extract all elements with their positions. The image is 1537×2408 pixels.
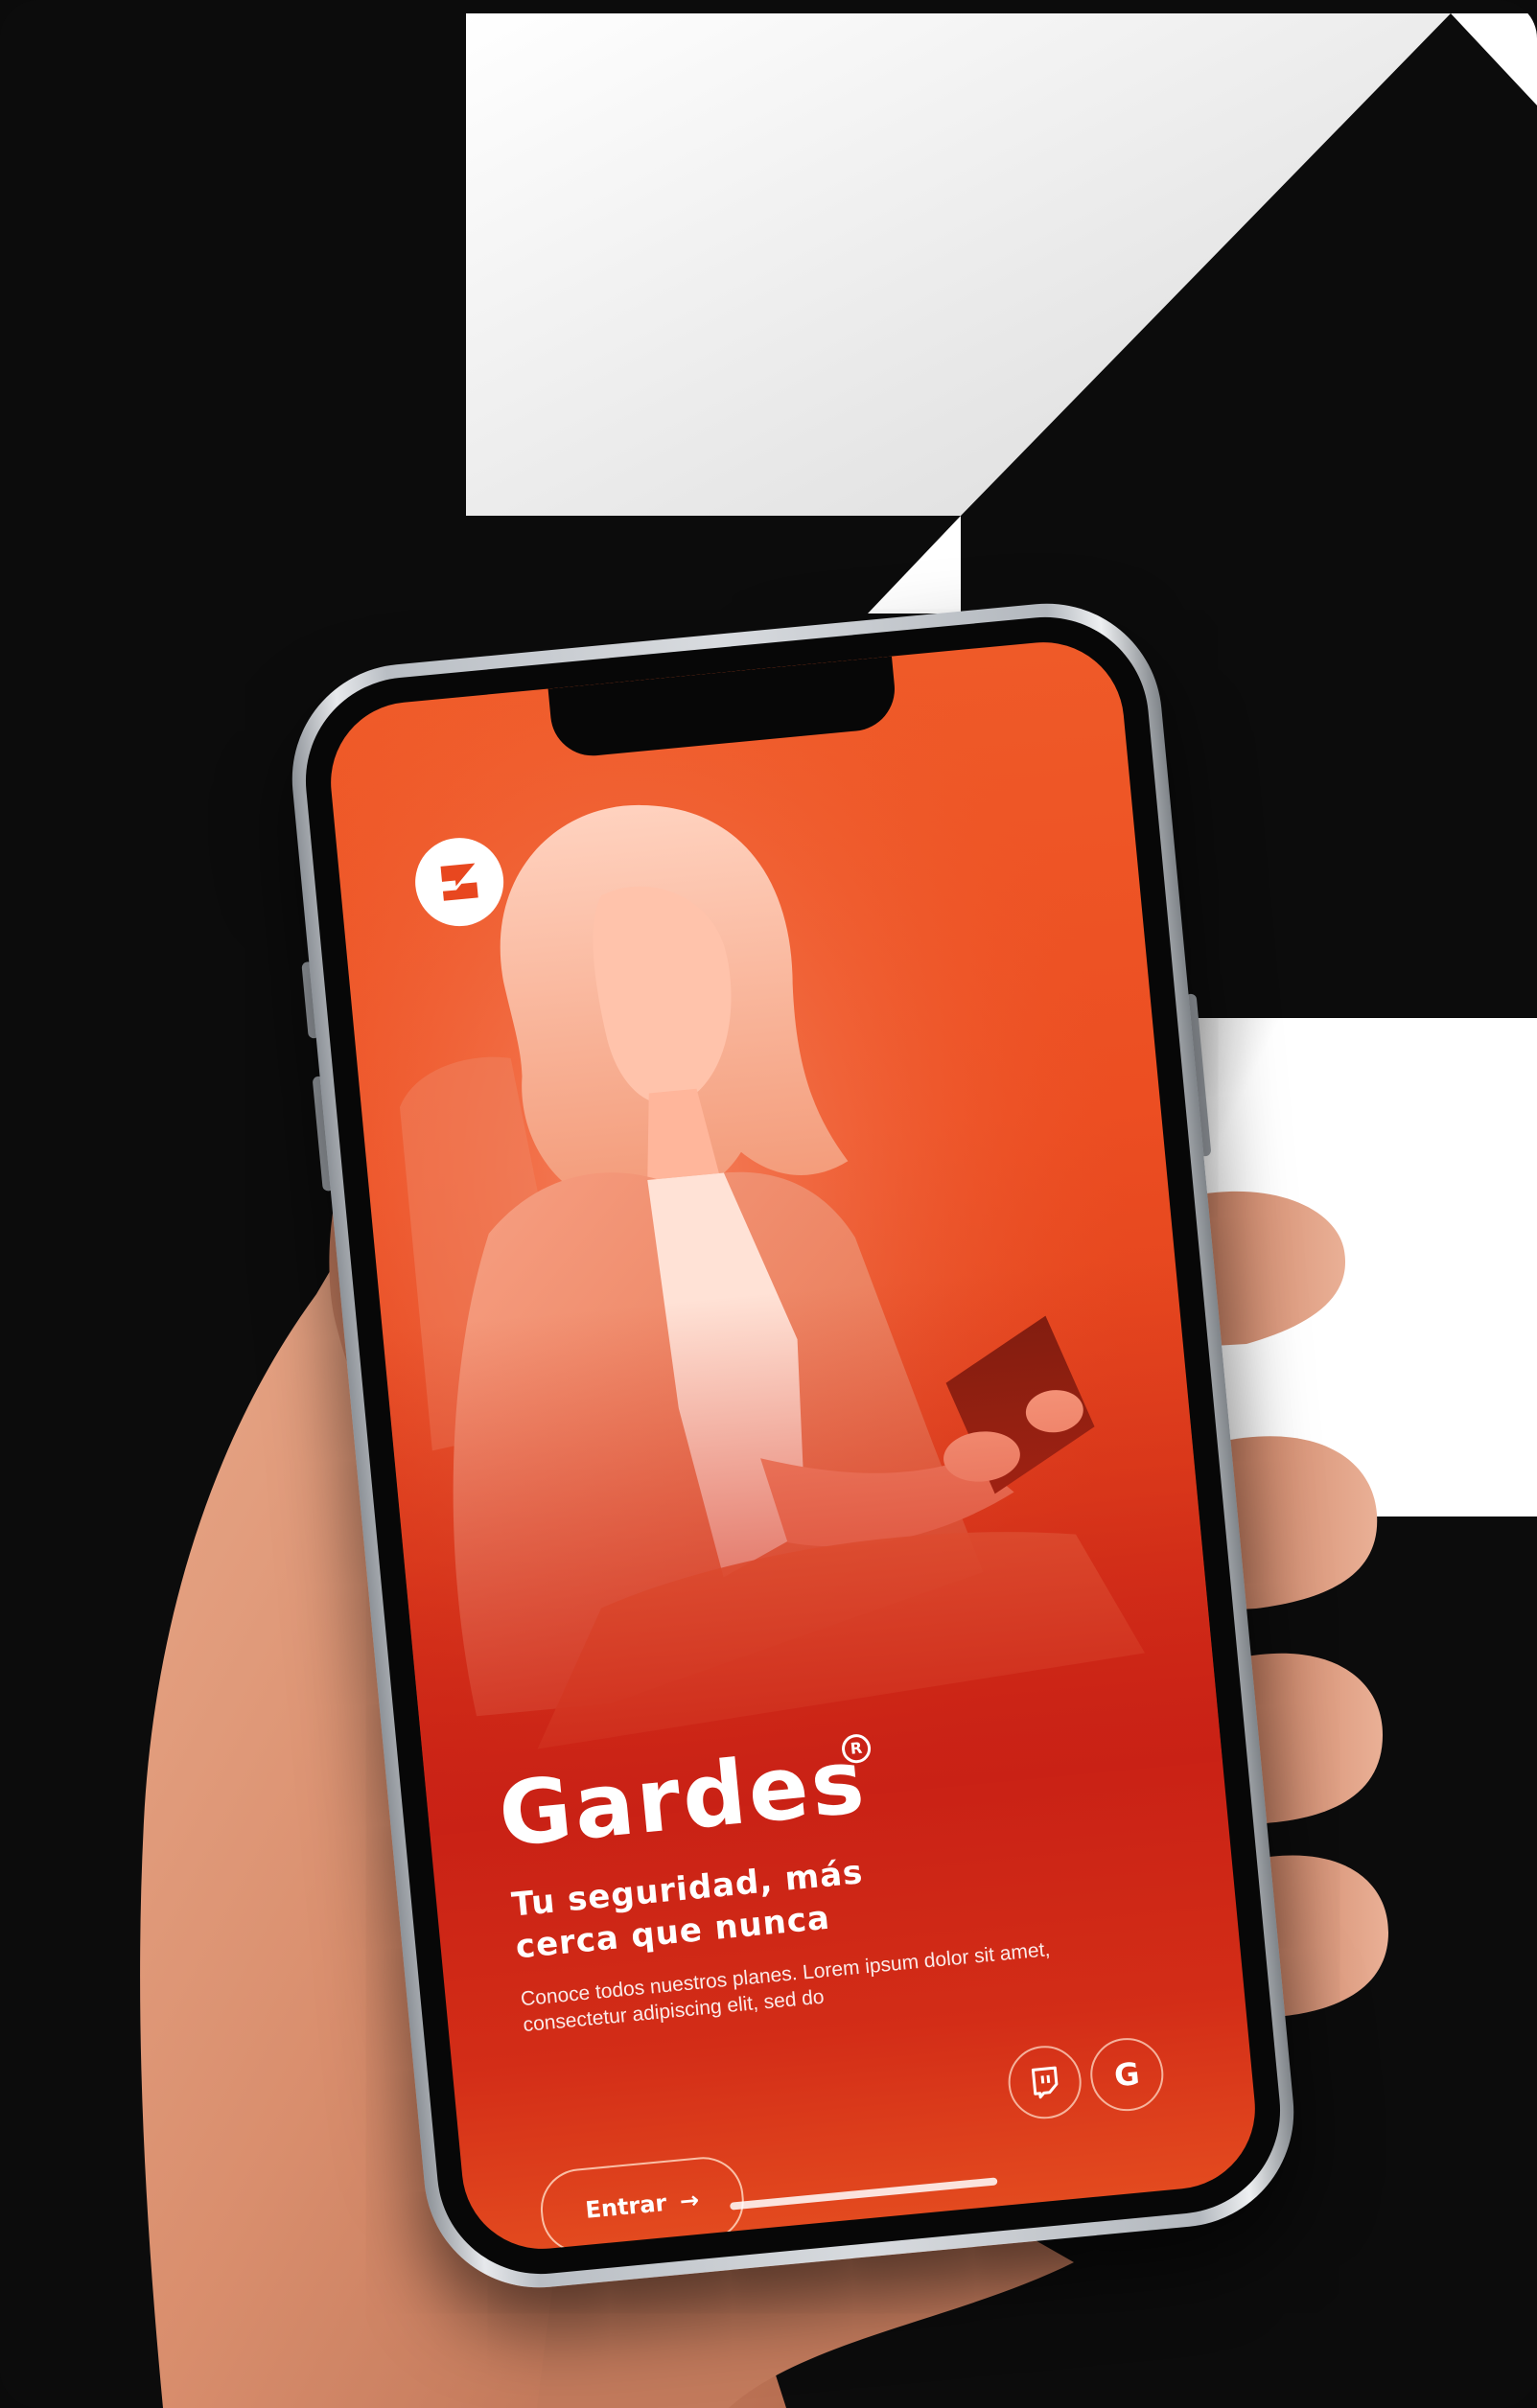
enter-button-label: Entrar	[584, 2188, 668, 2224]
phone-screen: Gardes R Tu seguridad, más cerca que nun…	[323, 635, 1263, 2257]
brand-logo-icon	[440, 863, 478, 901]
arrow-right-icon: →	[678, 2186, 701, 2215]
home-indicator[interactable]	[730, 2177, 998, 2211]
tagline: Tu seguridad, más cerca que nunca	[509, 1853, 865, 1967]
app-logo	[411, 834, 508, 931]
twitch-icon	[1031, 2066, 1059, 2099]
google-icon: G	[1112, 2054, 1142, 2095]
phone-mockup: Gardes R Tu seguridad, más cerca que nun…	[282, 592, 1304, 2299]
mockup-stage: Gardes R Tu seguridad, más cerca que nun…	[0, 0, 1537, 2408]
twitch-login-button[interactable]	[1005, 2042, 1085, 2122]
brand-name: Gardes	[494, 1729, 872, 1867]
welcome-screen: Gardes R Tu seguridad, más cerca que nun…	[324, 636, 1263, 2257]
google-login-button[interactable]: G	[1086, 2034, 1167, 2115]
